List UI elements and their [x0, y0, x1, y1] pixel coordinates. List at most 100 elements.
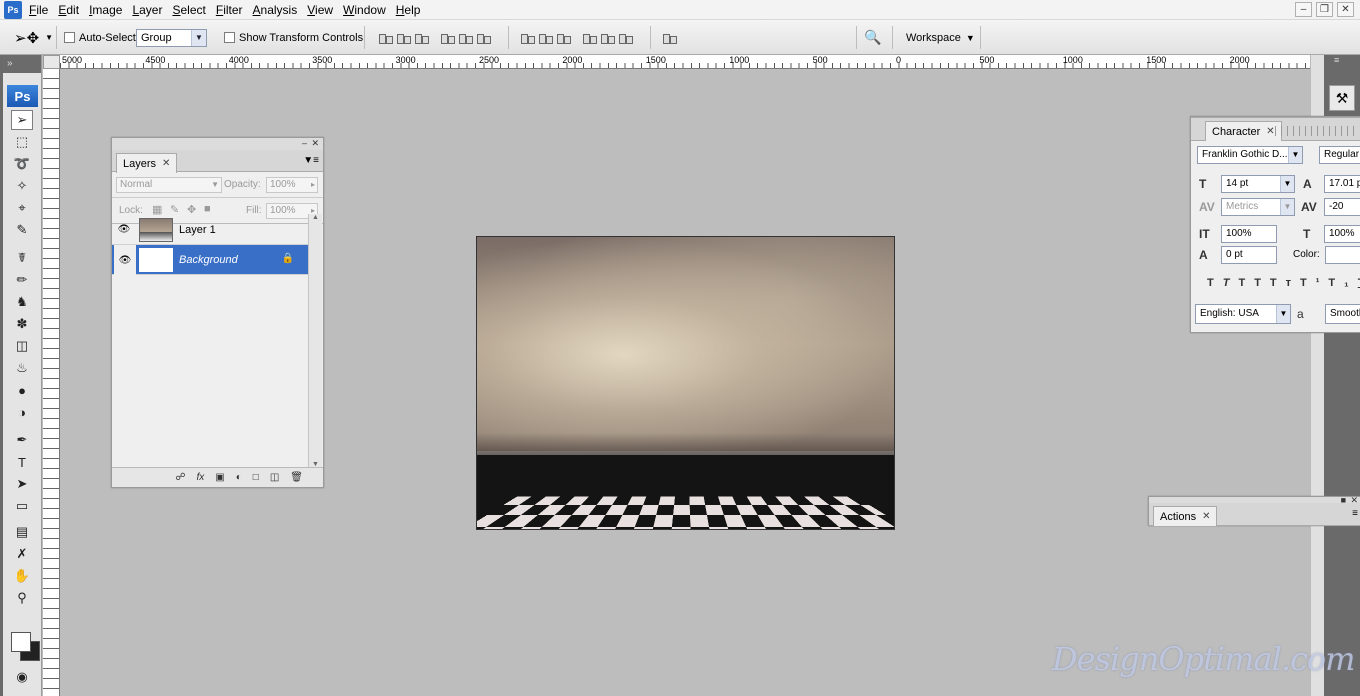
new-layer-icon[interactable]: ◫ [270, 472, 279, 483]
layer-row-selected[interactable]: 👁 Background 🔒 [112, 245, 308, 275]
font-size-field[interactable]: 14 pt ▼ [1221, 175, 1295, 193]
menu-image[interactable]: Image [86, 3, 129, 17]
text-color-swatch[interactable] [1325, 246, 1360, 264]
antialias-dropdown[interactable]: Smooth [1325, 304, 1360, 324]
tab-layers[interactable]: Layers ✕ [116, 153, 177, 173]
distribute-left-icon[interactable] [581, 31, 597, 45]
align-top-icon[interactable] [377, 31, 393, 45]
healing-brush-tool-icon[interactable]: ☤ [11, 248, 33, 268]
restore-icon[interactable]: ❐ [1316, 2, 1333, 17]
eye-icon[interactable]: 👁 [114, 245, 136, 275]
eraser-tool-icon[interactable]: ◫ [11, 336, 33, 356]
all-caps-icon[interactable]: TT [1238, 277, 1269, 289]
menu-filter[interactable]: Filter [213, 3, 250, 17]
foreground-color-swatch[interactable] [11, 632, 31, 652]
align-hcenter-icon[interactable] [457, 31, 473, 45]
dock-grip[interactable]: ≡ [1324, 55, 1360, 69]
font-style-dropdown[interactable]: Regular [1319, 146, 1360, 164]
crop-tool-icon[interactable]: ⌖ [11, 198, 33, 218]
layers-scrollbar[interactable]: ▲ ▼ [308, 214, 322, 468]
distribute-hcenter-icon[interactable] [599, 31, 615, 45]
kerning-field[interactable]: Metrics ▼ [1221, 198, 1295, 216]
path-selection-tool-icon[interactable]: ➤ [11, 474, 33, 494]
auto-select-checkbox[interactable] [64, 32, 75, 43]
close-icon[interactable]: ✕ [1202, 511, 1210, 522]
language-dropdown[interactable]: English: USA ▼ [1195, 304, 1291, 324]
layer-mask-icon[interactable]: ▣ [215, 472, 224, 483]
font-family-dropdown[interactable]: Franklin Gothic D... ▼ [1197, 146, 1303, 164]
delete-layer-icon[interactable]: 🗑 [290, 472, 303, 483]
history-brush-tool-icon[interactable]: ✽ [11, 314, 33, 334]
minimize-icon[interactable]: – [302, 138, 307, 148]
distribute-right-icon[interactable] [617, 31, 633, 45]
close-icon[interactable]: ✕ [1266, 126, 1274, 137]
blend-mode-dropdown[interactable]: Normal ▼ [116, 177, 222, 193]
menu-analysis[interactable]: Analysis [250, 3, 305, 17]
lasso-tool-icon[interactable]: ➰ [11, 154, 33, 174]
close-icon[interactable]: ✕ [311, 138, 319, 149]
panel-menu-icon[interactable]: ≡ [1352, 508, 1358, 519]
text-style-buttons[interactable]: TTTTTтT¹T₁T [1207, 277, 1360, 289]
clone-stamp-tool-icon[interactable]: ♞ [11, 292, 33, 312]
tracking-field[interactable]: -20 [1324, 198, 1360, 216]
distribute-vcenter-icon[interactable] [537, 31, 553, 45]
align-bottom-icon[interactable] [413, 31, 429, 45]
move-tool-icon[interactable]: ➢ [11, 110, 33, 130]
eye-icon[interactable]: 👁 [116, 222, 132, 236]
distribute-top-icon[interactable] [519, 31, 535, 45]
menu-view[interactable]: View [304, 3, 340, 17]
marquee-tool-icon[interactable]: ⬚ [11, 132, 33, 152]
move-tool-preset[interactable]: ➢✥ ▼ [14, 20, 53, 55]
magic-wand-tool-icon[interactable]: ✧ [11, 176, 33, 196]
pen-tool-icon[interactable]: ✒ [11, 430, 33, 450]
link-layers-icon[interactable]: ☍ [175, 472, 185, 483]
faux-bold-icon[interactable]: T [1207, 277, 1223, 289]
minimize-icon[interactable]: – [1295, 2, 1312, 17]
menu-file[interactable]: File [26, 3, 55, 17]
horizontal-scale-field[interactable]: 100% [1324, 225, 1360, 243]
show-transform-checkbox[interactable] [224, 32, 235, 43]
layer-row[interactable]: 👁 Layer 1 [112, 215, 308, 245]
opacity-field[interactable]: 100% ▸ [266, 177, 318, 193]
menu-select[interactable]: Select [169, 3, 212, 17]
toolbox-collapse-icon[interactable]: » [3, 55, 41, 73]
menu-edit[interactable]: Edit [55, 3, 86, 17]
auto-align-layers-icon[interactable] [661, 31, 677, 45]
distribute-bottom-icon[interactable] [555, 31, 571, 45]
menu-window[interactable]: Window [340, 3, 393, 17]
document-canvas[interactable] [476, 236, 895, 530]
workspace-menu[interactable]: Workspace ▼ [906, 20, 975, 55]
lock-all-icon[interactable]: ■ [204, 203, 211, 215]
layer-style-icon[interactable]: fx [197, 472, 205, 483]
dodge-tool-icon[interactable]: ◑ [11, 402, 33, 422]
chevron-up-icon[interactable]: ▲ [309, 214, 322, 221]
baseline-shift-field[interactable]: 0 pt [1221, 246, 1277, 264]
subscript-icon[interactable]: T₁ [1328, 277, 1357, 289]
panel-menu-icon[interactable]: ▼≡ [303, 155, 319, 166]
align-left-icon[interactable] [439, 31, 455, 45]
tab-character[interactable]: Character ✕ [1205, 121, 1282, 141]
tools-presets-icon[interactable]: ⚒ [1329, 85, 1355, 111]
close-icon[interactable]: ✕ [162, 158, 170, 169]
new-group-icon[interactable]: □ [253, 472, 259, 483]
align-vcenter-icon[interactable] [395, 31, 411, 45]
vertical-scale-field[interactable]: 100% [1221, 225, 1277, 243]
auto-select-dropdown[interactable]: Group ▼ [136, 29, 207, 47]
leading-field[interactable]: 17.01 pt [1324, 175, 1360, 193]
blur-tool-icon[interactable]: ● [11, 380, 33, 400]
quick-mask-icon[interactable]: ◉ [11, 667, 33, 687]
tab-actions[interactable]: Actions ✕ [1153, 506, 1217, 526]
bridge-icon[interactable]: 🔍 [864, 29, 881, 46]
hand-tool-icon[interactable]: ✋ [11, 566, 33, 586]
notes-tool-icon[interactable]: ▤ [11, 522, 33, 542]
rectangle-tool-icon[interactable]: ▭ [11, 496, 33, 516]
small-caps-icon[interactable]: Tт [1270, 277, 1300, 289]
type-tool-icon[interactable]: T [11, 452, 33, 472]
faux-italic-icon[interactable]: T [1223, 277, 1239, 289]
menu-layer[interactable]: Layer [129, 3, 169, 17]
menu-help[interactable]: Help [393, 3, 428, 17]
slice-tool-icon[interactable]: ✎ [11, 220, 33, 240]
zoom-tool-icon[interactable]: ⚲ [11, 588, 33, 608]
brush-tool-icon[interactable]: ✏ [11, 270, 33, 290]
close-icon[interactable]: ✕ [1337, 2, 1354, 17]
